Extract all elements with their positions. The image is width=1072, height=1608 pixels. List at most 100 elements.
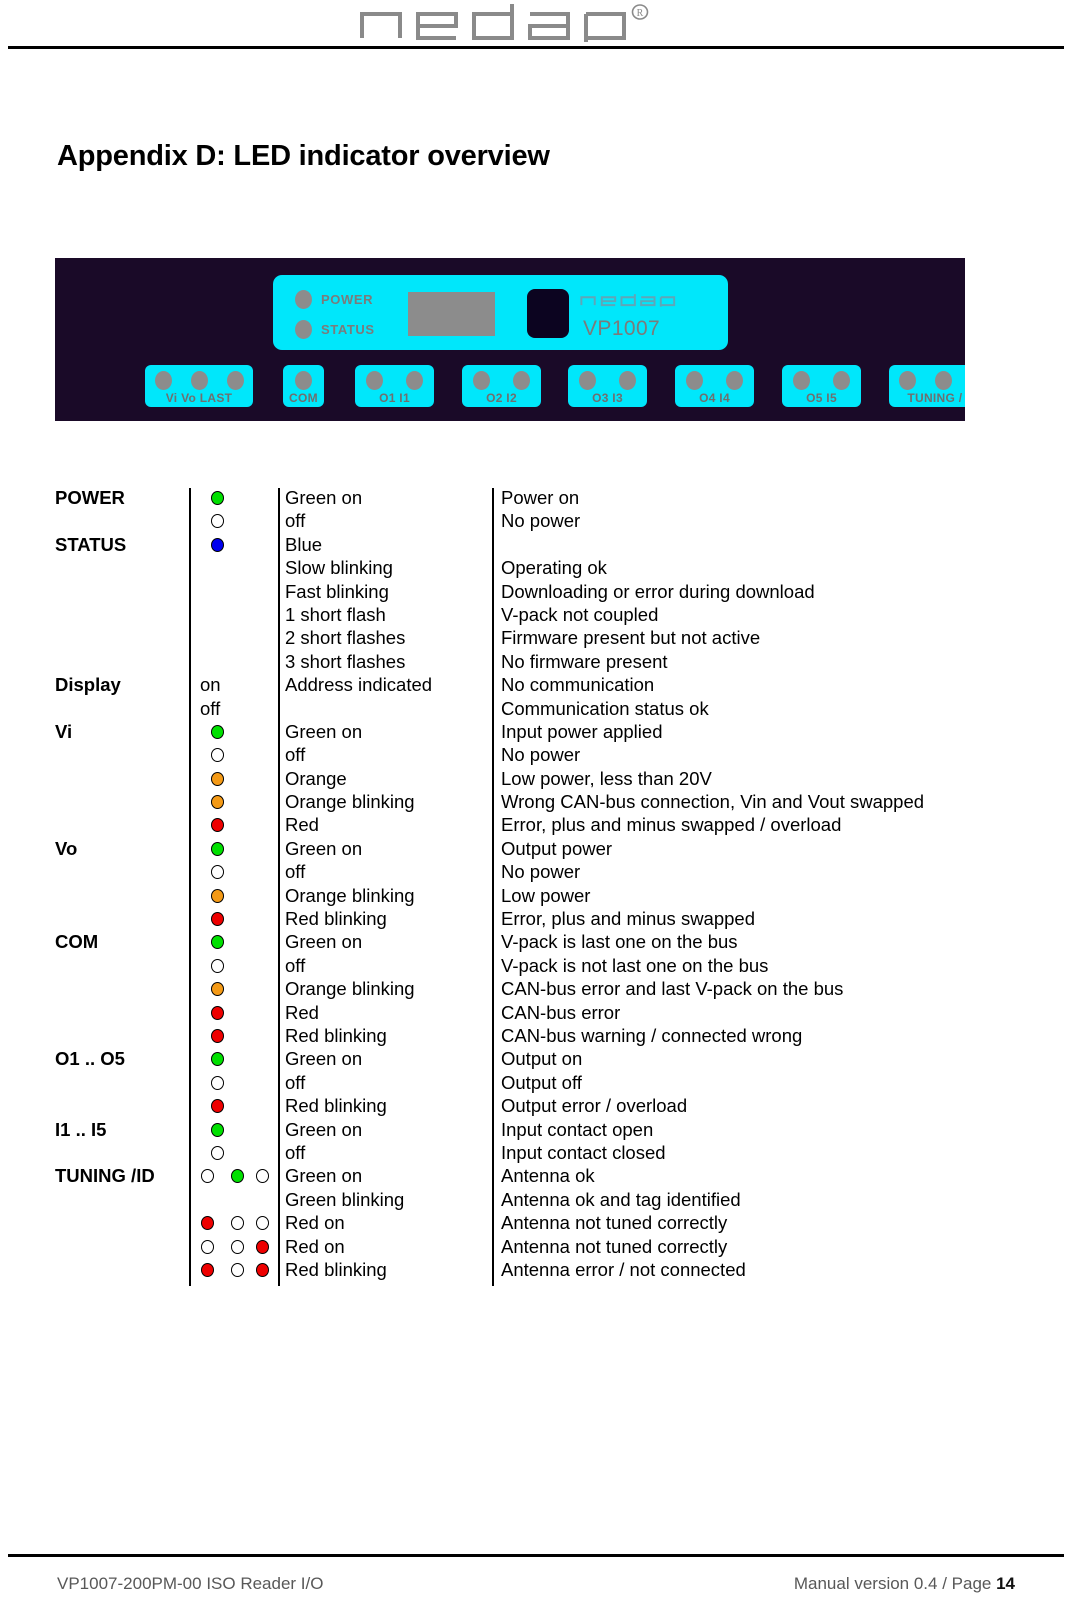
device-power-led [295,290,312,309]
led-orange-icon [211,888,224,903]
led-indicator-cell [193,556,276,579]
svg-text:R: R [637,8,644,19]
led-group-label: I1 .. I5 [55,1118,107,1140]
table-row: STATUS Blue [55,533,1035,556]
led-meaning-text: Power on [501,487,580,508]
led-indicator-cell [193,603,276,626]
led-mode-text: Red [285,1001,319,1023]
led-mode-text: Green on [285,1118,363,1140]
led-meaning-text: Output power [501,837,613,859]
table-row: Orange blinking Low power [55,884,1035,907]
led-indicator-cell [193,509,276,532]
led-meaning-text: Low power [501,884,591,906]
led-meaning-text: Wrong CAN-bus connection, Vin and Vout s… [501,791,925,813]
led-indicator-cell [193,743,276,766]
footer-version-page: Manual version 0.4 / Page 14 [794,1574,1015,1594]
led-mode-text: Green on [285,837,363,859]
led-red-icon [211,818,224,833]
led-green-icon [211,1122,224,1137]
led-indicator-cell [193,1211,276,1234]
led-indicator-cell [193,1235,276,1258]
led-meaning-text: No firmware present [501,650,668,672]
led-indicator-cell [193,1001,276,1024]
led-mode-text: Orange blinking [285,884,415,906]
table-row: Slow blinking Operating ok [55,556,1035,579]
led-mode-text: off [285,954,306,976]
table-row: Green blinking Antenna ok and tag identif… [55,1188,1035,1211]
led-indicator-cell: off [200,697,221,719]
device-connector-block: O3 I3 [568,365,647,407]
device-connector-label: O3 I3 [592,391,623,405]
led-indicator-cell: on [200,674,221,696]
led-red-icon [201,1216,214,1231]
led-meaning-text: CAN-bus error [501,1001,621,1023]
led-indicator-cell [193,977,276,1000]
led-group-label: COM [55,931,99,953]
device-connector-led [898,371,916,390]
led-mode-text: Red blinking [285,908,387,930]
led-meaning-text: Antenna ok and tag identified [501,1188,741,1210]
led-red-icon [256,1239,269,1254]
table-row: I1 .. I5 Green on Input contact open [55,1118,1035,1141]
led-indicator-cell [193,930,276,953]
led-indicator-cell [193,954,276,977]
device-button [527,289,569,338]
nedap-logo: R [0,2,1072,42]
device-connector-label: O4 I4 [699,391,730,405]
device-connector-block: O2 I2 [462,365,541,407]
table-row: off No power [55,860,1035,883]
device-main-panel: POWER STATUS VP1007 [273,275,728,350]
led-red-icon [211,1028,224,1043]
led-mode-text: Red blinking [285,1024,387,1046]
device-connector-led [512,371,530,390]
led-group-label: Vo [55,837,78,859]
device-connector-led [686,371,704,390]
led-indicator-cell [193,1188,276,1211]
table-row: off Communication status ok [55,697,1035,720]
led-indicator-cell [193,1164,276,1187]
led-off-icon [256,1169,269,1184]
led-off-icon [211,865,224,880]
led-mode-text: Green on [285,720,363,742]
led-mode-text: Red on [285,1235,345,1257]
led-mode-text: Green blinking [285,1188,405,1210]
led-meaning-text: Communication status ok [501,697,709,719]
led-off-icon [256,1216,269,1231]
device-connector-led [295,371,312,390]
led-mode-text: 2 short flashes [285,627,406,649]
led-meaning-text: V-pack is not last one on the bus [501,954,769,976]
table-row: Orange blinking CAN-bus error and last V-… [55,977,1035,1000]
led-group-label: POWER [55,487,125,508]
led-meaning-text: Error, plus and minus swapped [501,908,755,930]
footer-page-number: 14 [996,1574,1015,1593]
device-connector-led [725,371,743,390]
device-status-label: STATUS [321,322,375,337]
led-meaning-text: Firmware present but not active [501,627,761,649]
led-meaning-text: Output off [501,1071,582,1093]
led-meaning-text: V-pack is last one on the bus [501,931,738,953]
footer-document-id: VP1007-200PM-00 ISO Reader I/O [57,1574,324,1593]
table-row: Red blinking Error, plus and minus swappe… [55,907,1035,930]
device-connector-led [618,371,636,390]
led-meaning-text: No power [501,744,581,766]
led-indicator-cell [193,626,276,649]
table-row: Orange Low power, less than 20V [55,767,1035,790]
led-indicator-cell [193,580,276,603]
led-mode-text: Red on [285,1212,345,1234]
led-meaning-text: V-pack not coupled [501,603,659,625]
led-mode-text: Red [285,814,319,836]
led-mode-text: Green on [285,1165,363,1187]
table-row: 3 short flashes No firmware present [55,650,1035,673]
footer-divider [8,1554,1064,1557]
footer-version-text: Manual version 0.4 / Page [793,1574,997,1593]
led-group-label: TUNING /ID [55,1165,155,1187]
table-row: Vi Green on Input power applied [55,720,1035,743]
led-mode-text: Green on [285,931,363,953]
device-status-led [295,320,312,339]
led-meaning-text: No power [501,510,581,532]
led-meaning-text: No communication [501,674,655,696]
led-orange-icon [211,795,224,810]
led-meaning-text: Output error / overload [501,1095,688,1117]
table-row: POWER Green on Power on [55,486,1035,509]
led-indicator-cell [193,1024,276,1047]
